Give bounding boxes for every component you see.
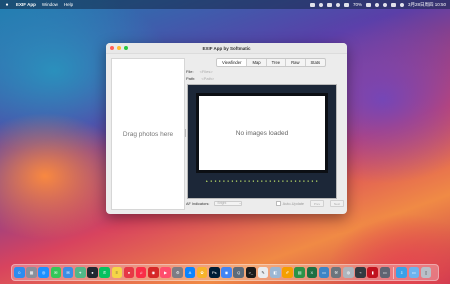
apple-menu-icon[interactable]: ● (4, 2, 10, 8)
menu-window[interactable]: Window (42, 2, 58, 7)
file-value: <Files> (199, 69, 213, 74)
drop-zone-label: Drag photos here (122, 130, 174, 138)
netease-music-icon[interactable]: ◉ (148, 267, 159, 278)
tab-map[interactable]: Map (246, 59, 265, 66)
menu-app-name[interactable]: EXIF App (16, 2, 36, 7)
folder-icon[interactable]: ▭ (408, 267, 420, 278)
viewfinder-controls: AF Indicators: Bright ⌄ Auto-Update Prev… (186, 200, 344, 207)
launchpad-icon[interactable]: ▦ (26, 267, 37, 278)
checkbox-box[interactable] (275, 201, 281, 206)
path-row: Path: <Path> (186, 76, 214, 81)
keynote-icon[interactable]: ▭ (318, 267, 330, 278)
af-indicators-select[interactable]: Bright ⌄ (214, 201, 243, 206)
file-row: File: <Files> (186, 69, 213, 74)
status-app-icon[interactable] (309, 2, 315, 7)
display-icon[interactable]: ▭ (379, 267, 391, 278)
menu-bar: ● EXIF App Window Help 70% 3月28日周四 10:50 (0, 0, 450, 9)
siri-icon[interactable] (399, 2, 404, 7)
file-label: File: (186, 69, 194, 74)
disk-utility-icon[interactable]: ◍ (343, 267, 354, 278)
next-button[interactable]: Next (330, 200, 344, 207)
chevron-down-icon: ⌄ (238, 201, 242, 205)
status-circle-icon[interactable] (318, 2, 323, 7)
tab-raw[interactable]: Raw (285, 59, 304, 66)
activity-monitor-icon[interactable]: ⌁ (355, 267, 366, 278)
terminal-icon[interactable]: >_ (245, 267, 257, 278)
auto-update-label: Auto-Update (282, 201, 304, 206)
af-select-value: Bright (217, 201, 227, 205)
menu-clock[interactable]: 3月28日周四 10:50 (408, 2, 446, 8)
penguin-icon[interactable]: ● (87, 267, 98, 278)
spotlight-search-icon[interactable] (382, 2, 387, 7)
video-player-icon[interactable]: ▶ (160, 267, 171, 278)
status-bluetooth-icon[interactable] (343, 2, 349, 7)
system-settings-icon[interactable]: ⚙ (172, 267, 184, 278)
wifi-icon[interactable] (374, 2, 379, 7)
safari-icon[interactable]: ◎ (38, 267, 49, 278)
xiaohongshu-icon[interactable]: ● (123, 267, 135, 278)
music-icon[interactable]: ♫ (135, 267, 147, 278)
maps-icon[interactable]: ⌖ (74, 267, 86, 278)
window-title: EXIF App by Softmatic (202, 45, 251, 51)
prev-button[interactable]: Prev (310, 200, 324, 207)
excel-icon[interactable]: X (306, 267, 318, 278)
photo-drop-zone[interactable]: Drag photos here (111, 58, 185, 210)
app-store-icon[interactable]: A (184, 267, 196, 278)
traffic-lights (110, 46, 128, 50)
view-tabs: Viewfinder Map Tree Raw Stats (216, 58, 327, 67)
pages-icon[interactable]: ✐ (282, 267, 293, 278)
trash-icon[interactable]: ▯ (420, 267, 432, 278)
maximize-window-button[interactable] (124, 46, 128, 50)
downloads-folder-icon[interactable]: ⇩ (396, 267, 407, 278)
af-indicators-label: AF Indicators: (186, 201, 210, 206)
battery-percentage: 70% (352, 2, 362, 7)
minimize-window-button[interactable] (117, 46, 121, 50)
path-value: <Path> (201, 76, 215, 81)
no-images-message: No images loaded (235, 129, 289, 137)
close-window-button[interactable] (110, 46, 114, 50)
menu-bar-status: 70% 3月28日周四 10:50 (309, 2, 446, 8)
utility-icon[interactable]: ⚒ (330, 267, 342, 278)
viewfinder-info-readout: ▶ ▪ ▪ ▪ ▪ ▪ ▪ ▪ ▪ ▪ ▪ ▪ ▪ ▪ ▪ ▪ ▪ ▪ ▪ ▪ … (206, 179, 318, 182)
textedit-icon[interactable]: ✎ (257, 267, 269, 278)
window-titlebar[interactable]: EXIF App by Softmatic (106, 43, 347, 54)
viewfinder-panel: No images loaded ▶ ▪ ▪ ▪ ▪ ▪ ▪ ▪ ▪ ▪ ▪ ▪… (187, 84, 337, 199)
menu-help[interactable]: Help (64, 2, 73, 7)
photoshop-icon[interactable]: Ps (209, 267, 220, 278)
notes-icon[interactable]: ≡ (111, 267, 123, 278)
wechat-icon[interactable]: ✆ (99, 267, 110, 278)
pane-splitter-handle[interactable] (185, 129, 186, 137)
dock: ☺ ▦ ◎ ✉ ✉ ⌖ ● ✆ ≡ ● ♫ ◉ ▶ ⚙ A ✿ Ps ◉ Q >_ ✎ ◧ ✐ ▤ X ▭ ⚒ ◍ ⌁ ▮ ▭ ⇩ ▭ ▯ (11, 264, 439, 281)
messages-icon[interactable]: ✉ (50, 267, 62, 278)
exif-app-window: EXIF App by Softmatic Drag photos here V… (106, 43, 347, 214)
status-cloud-icon[interactable] (326, 2, 332, 7)
viewfinder-screen: No images loaded (196, 93, 328, 173)
mail-icon[interactable]: ✉ (62, 267, 74, 278)
finder-icon[interactable]: ☺ (14, 267, 25, 278)
tab-stats[interactable]: Stats (304, 59, 326, 66)
quicktime-icon[interactable]: Q (233, 267, 244, 278)
numbers-icon[interactable]: ▤ (294, 267, 305, 278)
tab-viewfinder[interactable]: Viewfinder (217, 59, 247, 66)
dock-separator (392, 266, 394, 279)
status-record-icon[interactable] (335, 2, 340, 7)
auto-update-checkbox[interactable]: Auto-Update (275, 201, 304, 206)
books-icon[interactable]: ▮ (367, 267, 379, 278)
chrome-icon[interactable]: ◉ (221, 267, 232, 278)
path-label: Path: (186, 76, 196, 81)
control-center-icon[interactable] (390, 2, 396, 7)
tab-tree[interactable]: Tree (265, 59, 285, 66)
battery-icon[interactable] (365, 2, 371, 7)
photos-icon[interactable]: ✿ (196, 267, 208, 278)
preview-icon[interactable]: ◧ (269, 267, 281, 278)
